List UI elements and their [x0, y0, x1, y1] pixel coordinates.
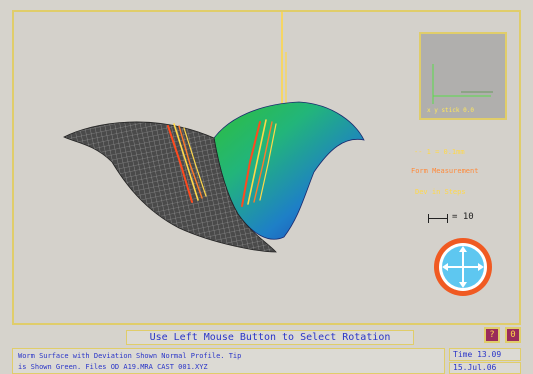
preview-window: x y stick 0.0 [419, 32, 507, 120]
scale-info: -- 1 = 0.1mm [414, 148, 465, 156]
description-panel: Worm Surface with Deviation Shown Normal… [12, 348, 445, 374]
description-line-2: is Shown Green. Files OD A19.MRA CAST 00… [18, 363, 208, 371]
rotation-control[interactable] [434, 238, 492, 296]
preview-label: x y stick 0.0 [427, 107, 474, 114]
app-window: x y stick 0.0 -- 1 = 0.1mm Form Measurem… [0, 0, 533, 374]
date-display: 15.Jul.06 [449, 362, 521, 374]
rotation-hint: Use Left Mouse Button to Select Rotation [126, 330, 414, 345]
description-line-1: Worm Surface with Deviation Shown Normal… [18, 352, 242, 360]
rotate-arrows-icon [442, 246, 484, 288]
scale-bar-icon [428, 214, 448, 223]
scale-label: = 10 [452, 212, 474, 222]
help-button[interactable]: ? [484, 327, 500, 343]
3d-viewport[interactable]: x y stick 0.0 -- 1 = 0.1mm Form Measurem… [12, 10, 521, 325]
measurement-info: Form Measurement [411, 167, 479, 175]
exit-button[interactable]: 0 [505, 327, 521, 343]
time-display: Time 13.09 [449, 348, 521, 361]
deviation-info: Dev in Steps [415, 188, 466, 196]
scale-indicator: = 10 [428, 212, 498, 226]
